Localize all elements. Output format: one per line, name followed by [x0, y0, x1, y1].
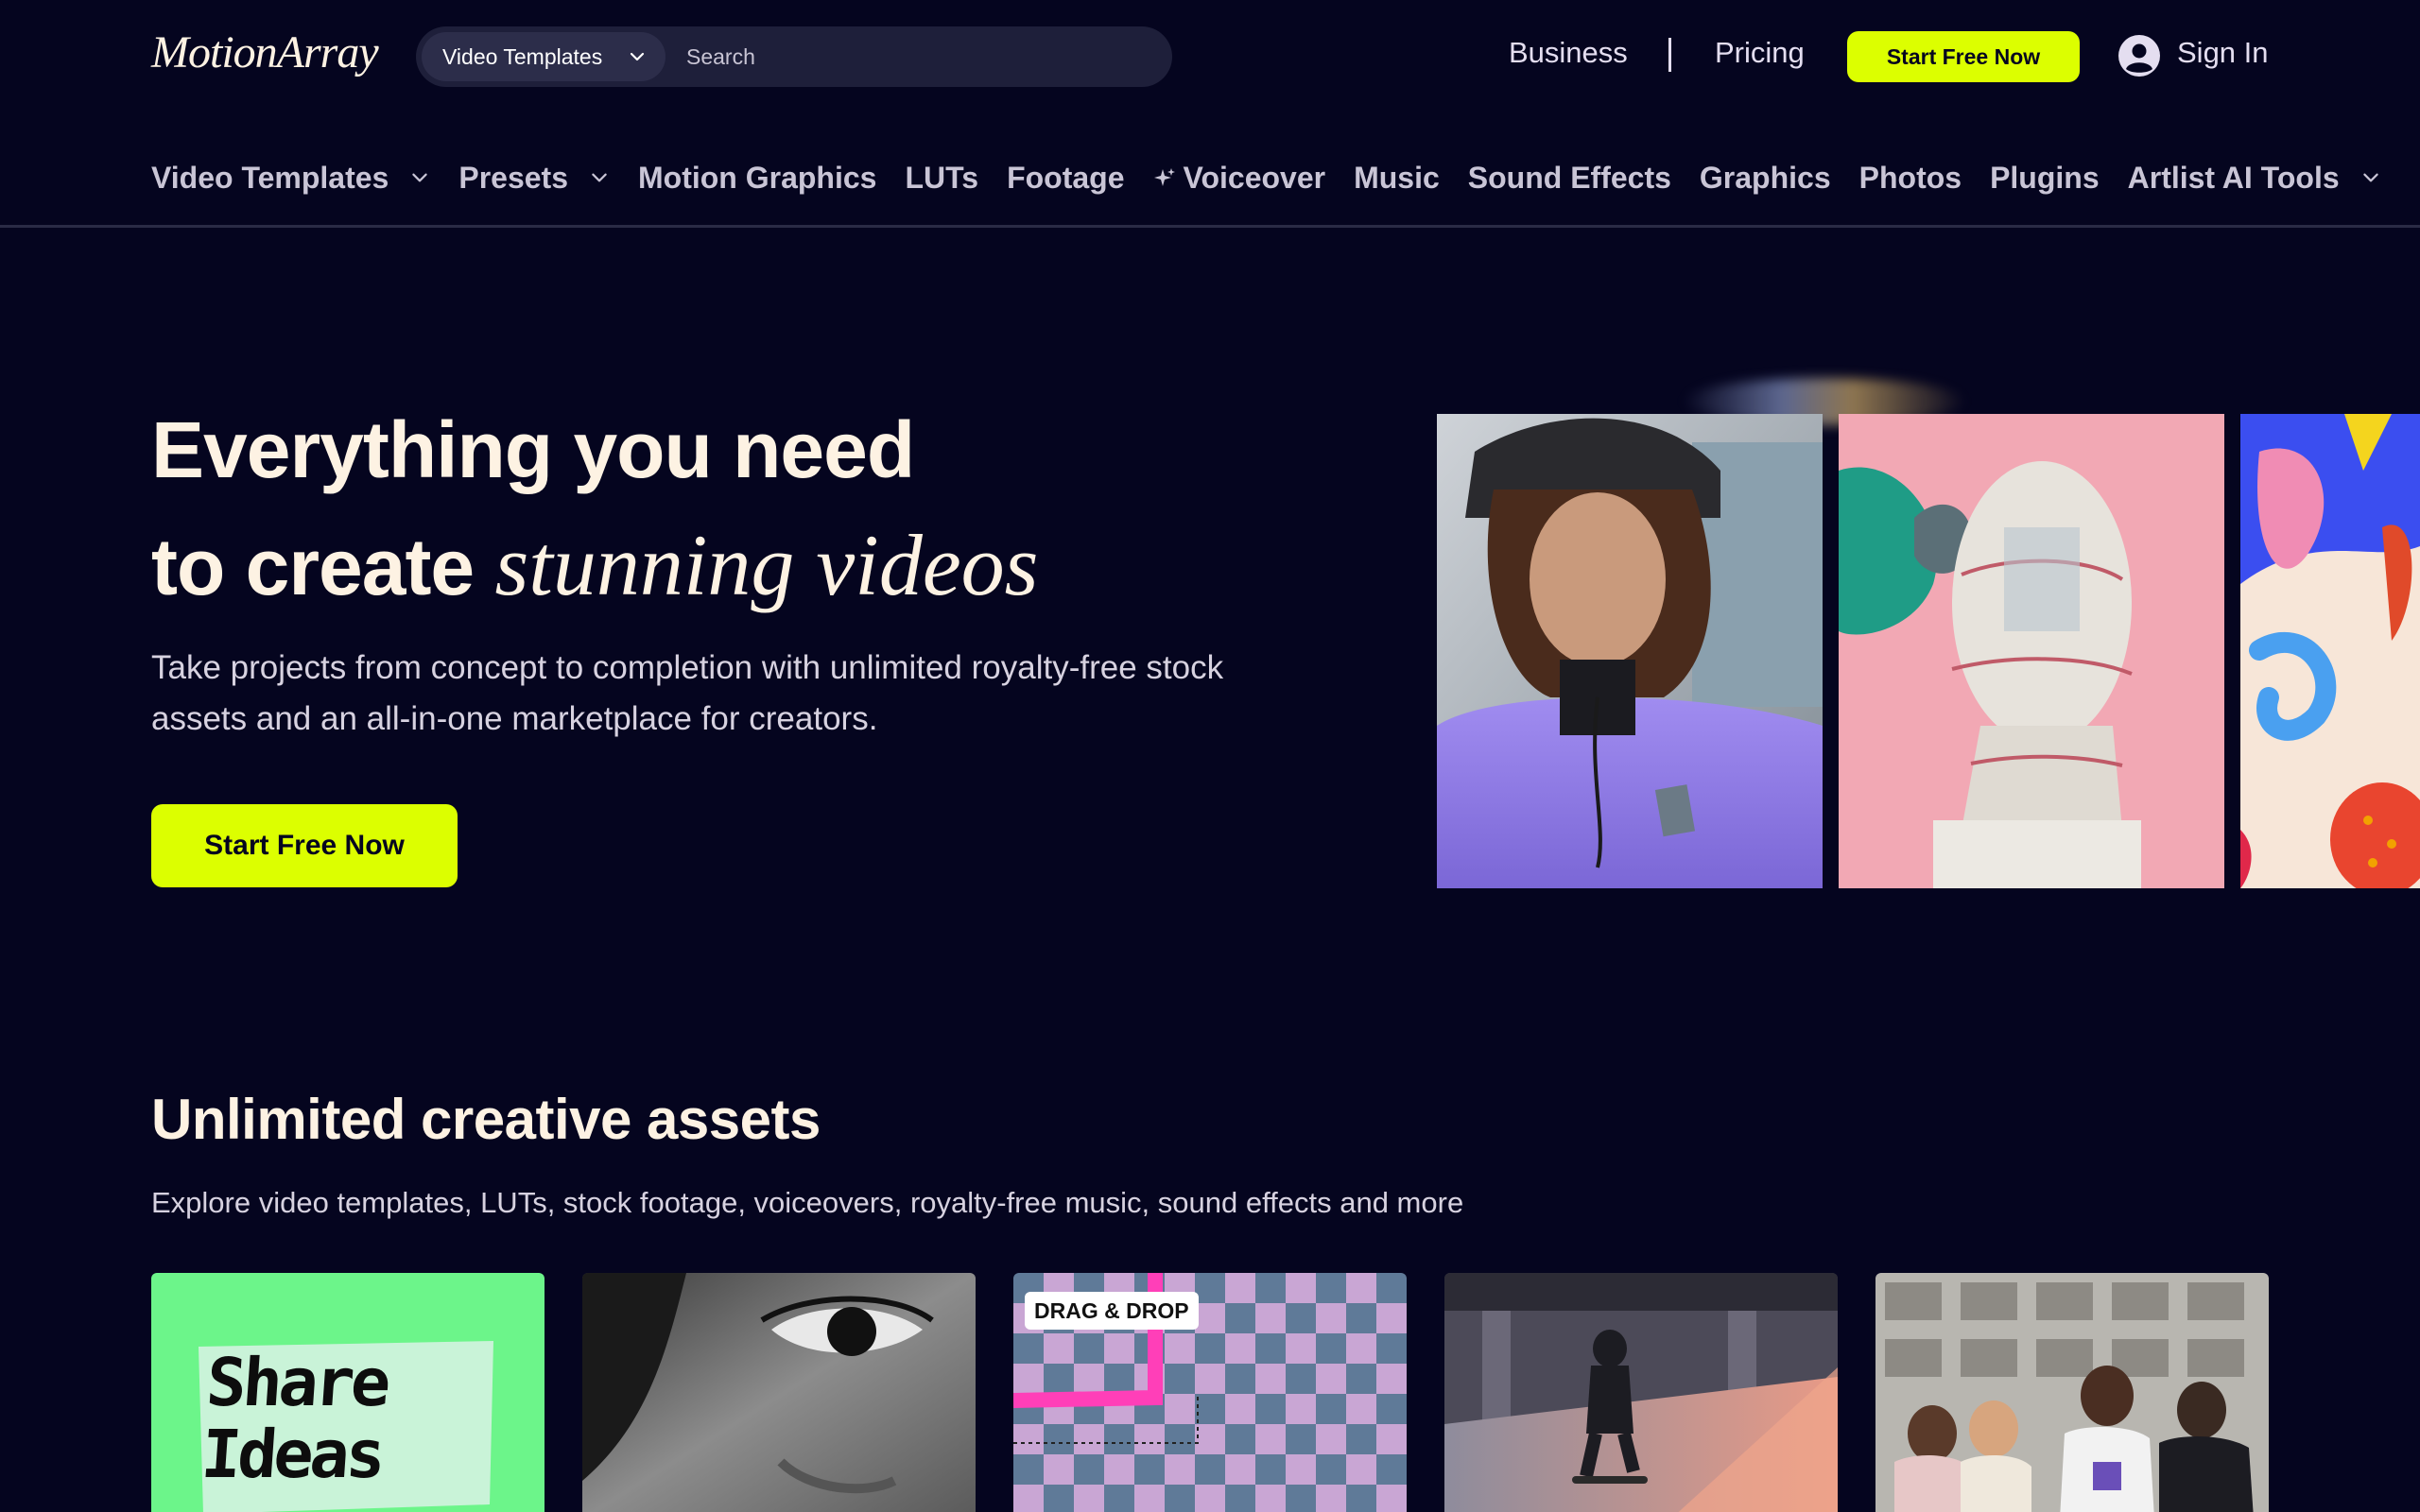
- hero-tile-statue: [1839, 414, 2224, 888]
- hero-title-line2: to create: [151, 523, 495, 611]
- pricing-link[interactable]: Pricing: [1715, 36, 1805, 70]
- nav-item-artlist-ai-tools[interactable]: Artlist AI Tools: [2128, 161, 2381, 196]
- nav-item-presets[interactable]: Presets: [458, 161, 610, 196]
- asset-card-eye-closeup[interactable]: [582, 1273, 976, 1512]
- share-ideas-label: Share Ideas: [199, 1344, 390, 1493]
- hero-subtitle: Take projects from concept to completion…: [151, 649, 1224, 737]
- skater-image: [1444, 1273, 1838, 1512]
- search-input[interactable]: [686, 34, 1150, 79]
- nav-item-music[interactable]: Music: [1354, 161, 1440, 196]
- search-category-label: Video Templates: [442, 43, 603, 69]
- hero-tile-abstract: [2240, 414, 2420, 888]
- hero-title-line1: Everything you need: [151, 405, 915, 494]
- assets-section-subtitle: Explore video templates, LUTs, stock foo…: [151, 1186, 1464, 1219]
- hero-start-free-now-button[interactable]: Start Free Now: [151, 804, 458, 887]
- drag-drop-badge: DRAG & DROP: [1025, 1292, 1199, 1330]
- asset-card-share-ideas[interactable]: Share Ideas Share Ideas: [151, 1273, 544, 1512]
- nav-item-motion-graphics[interactable]: Motion Graphics: [638, 161, 876, 196]
- statue-image: [1839, 414, 2224, 888]
- asset-card-group-portrait[interactable]: [1876, 1273, 2269, 1512]
- user-avatar-icon[interactable]: [2118, 34, 2161, 77]
- chevron-down-icon: [630, 52, 645, 61]
- nav-label: Video Templates: [151, 160, 389, 195]
- chevron-down-icon: [2362, 173, 2378, 182]
- chevron-down-icon: [412, 173, 428, 182]
- sparkle-icon: [1153, 168, 1175, 186]
- nav-divider: [0, 225, 2420, 228]
- header-divider: [1668, 38, 1671, 72]
- nav-label: Voiceover: [1183, 160, 1326, 195]
- nav-label: Presets: [458, 160, 568, 195]
- assets-section-title: Unlimited creative assets: [151, 1088, 821, 1151]
- asset-card-drag-drop[interactable]: DRAG & DROP: [1013, 1273, 1407, 1512]
- portrait-image: [1437, 414, 1823, 888]
- nav-item-plugins[interactable]: Plugins: [1990, 161, 2100, 196]
- business-link[interactable]: Business: [1509, 36, 1628, 70]
- motion-array-logo[interactable]: MotionArray: [151, 26, 379, 78]
- search-bar: Video Templates: [416, 26, 1172, 87]
- hero-tile-portrait: [1437, 414, 1823, 888]
- nav-item-luts[interactable]: LUTs: [905, 161, 978, 196]
- nav-item-video-templates[interactable]: Video Templates: [151, 161, 430, 196]
- nav-item-photos[interactable]: Photos: [1859, 161, 1962, 196]
- eye-closeup-image: [582, 1273, 976, 1512]
- hero-title: Everything you need to create stunning v…: [151, 392, 1038, 625]
- nav-item-graphics[interactable]: Graphics: [1700, 161, 1831, 196]
- chevron-down-icon: [592, 173, 607, 182]
- group-portrait-image: [1876, 1273, 2269, 1512]
- nav-item-voiceover[interactable]: Voiceover: [1153, 160, 1326, 196]
- nav-item-footage[interactable]: Footage: [1007, 161, 1124, 196]
- hero-media-carousel: [1437, 414, 2420, 888]
- start-free-now-button[interactable]: Start Free Now: [1847, 31, 2080, 82]
- sign-in-link[interactable]: Sign In: [2177, 36, 2269, 70]
- abstract-art-image: [2240, 414, 2420, 888]
- top-bar: MotionArray Video Templates Business Pri…: [0, 0, 2420, 113]
- nav-item-sound-effects[interactable]: Sound Effects: [1468, 161, 1671, 196]
- hero-title-italic: stunning videos: [494, 517, 1039, 613]
- category-nav: Video Templates Presets Motion Graphics …: [151, 151, 2410, 204]
- nav-label: Artlist AI Tools: [2127, 160, 2340, 195]
- asset-card-skater[interactable]: [1444, 1273, 1838, 1512]
- search-category-select[interactable]: Video Templates: [422, 32, 666, 81]
